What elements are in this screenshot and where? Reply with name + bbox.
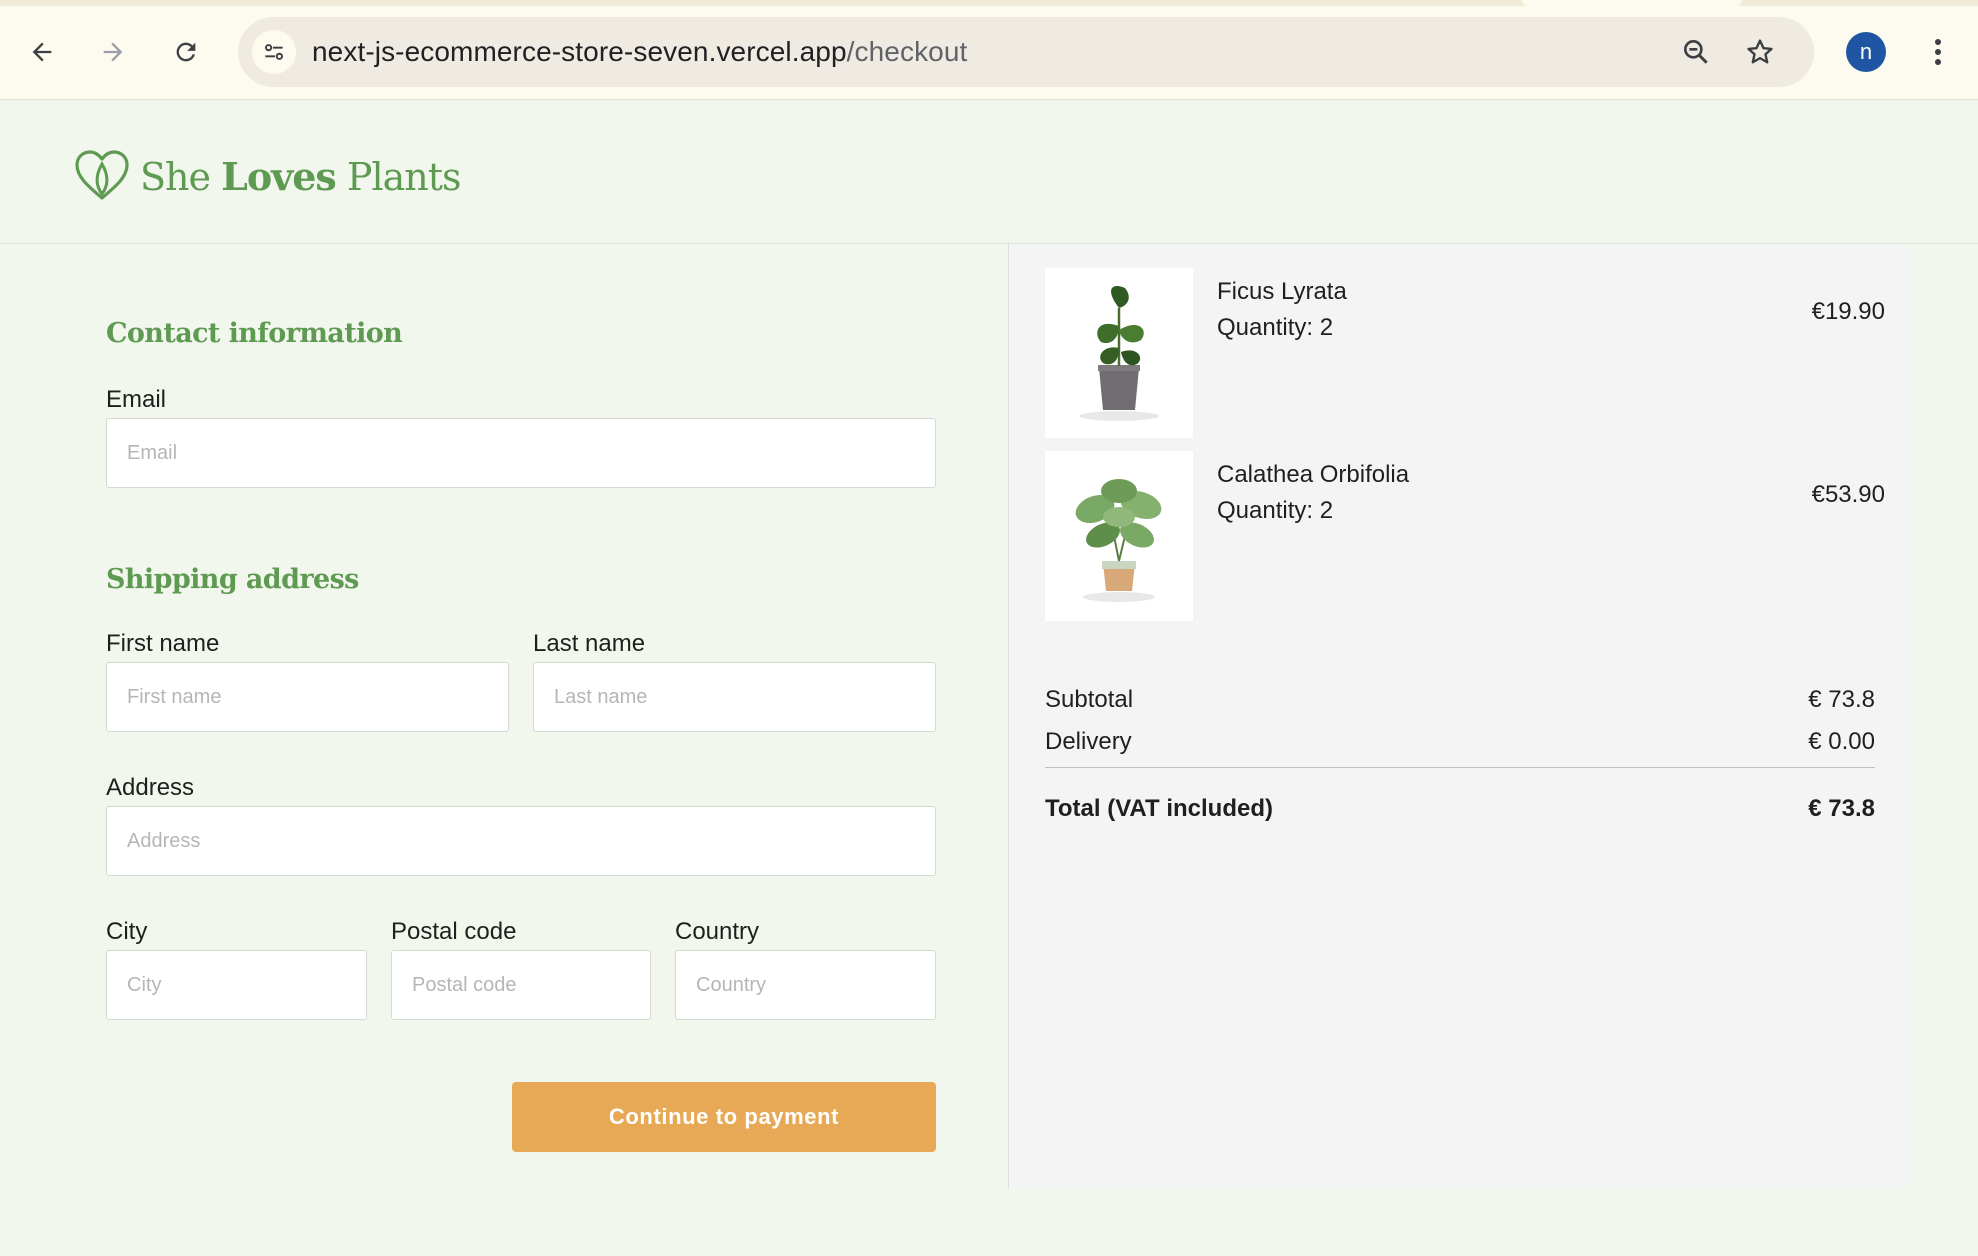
bookmark-button[interactable] — [1742, 34, 1778, 70]
reload-button[interactable] — [162, 28, 210, 76]
item-price: €19.90 — [1811, 298, 1885, 325]
delivery-row: Delivery € 0.00 — [1045, 728, 1875, 756]
total-row: Total (VAT included) € 73.8 — [1045, 795, 1875, 823]
zoom-button[interactable] — [1678, 34, 1714, 70]
first-name-field[interactable] — [106, 662, 509, 732]
subtotal-label: Subtotal — [1045, 686, 1134, 713]
shipping-section-title: Shipping address — [106, 564, 359, 595]
first-name-label: First name — [106, 630, 220, 657]
country-label: Country — [675, 918, 760, 945]
browser-menu-button[interactable] — [1918, 30, 1958, 74]
delivery-value: € 0.00 — [1808, 728, 1875, 755]
ficus-lyrata-image — [1045, 268, 1193, 438]
item-name: Calathea Orbifolia — [1217, 461, 1410, 488]
subtotal-value: € 73.8 — [1808, 686, 1875, 713]
reload-icon — [176, 42, 196, 62]
order-summary: Ficus Lyrata Quantity: 2 €19.90 Calathea… — [1008, 244, 1909, 1188]
total-label: Total (VAT included) — [1045, 795, 1273, 822]
bookmark-star-icon — [1747, 39, 1773, 64]
heart-leaf-icon — [75, 150, 129, 200]
url-text[interactable]: next-js-ecommerce-store-seven.vercel.app… — [312, 17, 967, 87]
item-quantity: Quantity: 2 — [1217, 497, 1334, 524]
brand-logo[interactable]: She Loves Plants — [74, 150, 462, 202]
ficus-plant-image — [1079, 286, 1159, 421]
brand-word-2: Loves — [221, 153, 337, 199]
contact-section-title: Contact information — [106, 318, 403, 349]
back-button[interactable] — [18, 28, 66, 76]
checkout-form: Contact information Email Shipping addre… — [0, 244, 1008, 1188]
brand-wordmark: She Loves Plants — [140, 153, 462, 199]
kebab-menu-icon — [1935, 39, 1941, 65]
subtotal-row: Subtotal € 73.8 — [1045, 686, 1875, 714]
delivery-label: Delivery — [1045, 728, 1132, 755]
address-bar[interactable]: next-js-ecommerce-store-seven.vercel.app… — [238, 17, 1814, 87]
browser-toolbar: next-js-ecommerce-store-seven.vercel.app… — [0, 0, 1978, 100]
site-settings-icon — [265, 44, 283, 60]
zoom-icon — [1684, 39, 1708, 64]
calathea-orbifolia-image — [1045, 451, 1193, 621]
country-field[interactable] — [675, 950, 936, 1020]
cart-item: Calathea Orbifolia Quantity: 2 €53.90 — [1045, 451, 1885, 621]
brand-word-3: Plants — [346, 154, 462, 199]
postal-code-label: Postal code — [391, 918, 517, 945]
active-tab[interactable] — [1522, 0, 1742, 6]
email-label: Email — [106, 386, 167, 413]
city-field[interactable] — [106, 950, 367, 1020]
item-quantity: Quantity: 2 — [1217, 314, 1334, 341]
city-label: City — [106, 918, 148, 945]
postal-code-field[interactable] — [391, 950, 651, 1020]
brand-word-1: She — [140, 154, 211, 199]
address-label: Address — [106, 774, 195, 801]
profile-avatar[interactable]: n — [1846, 32, 1886, 72]
item-price: €53.90 — [1811, 481, 1885, 508]
item-name: Ficus Lyrata — [1217, 278, 1347, 305]
calathea-plant-image — [1075, 479, 1162, 602]
forward-button[interactable] — [89, 28, 137, 76]
address-field[interactable] — [106, 806, 936, 876]
cart-item: Ficus Lyrata Quantity: 2 €19.90 — [1045, 268, 1885, 438]
last-name-field[interactable] — [533, 662, 936, 732]
tab-strip — [0, 0, 1978, 6]
summary-divider — [1045, 767, 1875, 768]
forward-arrow-icon — [103, 42, 123, 62]
email-field[interactable] — [106, 418, 936, 488]
site-settings-button[interactable] — [252, 30, 296, 74]
site-header: She Loves Plants — [0, 100, 1978, 244]
total-value: € 73.8 — [1808, 795, 1875, 822]
continue-to-payment-button[interactable]: Continue to payment — [512, 1082, 936, 1152]
back-arrow-icon — [32, 42, 52, 62]
last-name-label: Last name — [533, 630, 646, 657]
url-path: /checkout — [846, 36, 968, 67]
url-host: next-js-ecommerce-store-seven.vercel.app — [312, 36, 847, 67]
